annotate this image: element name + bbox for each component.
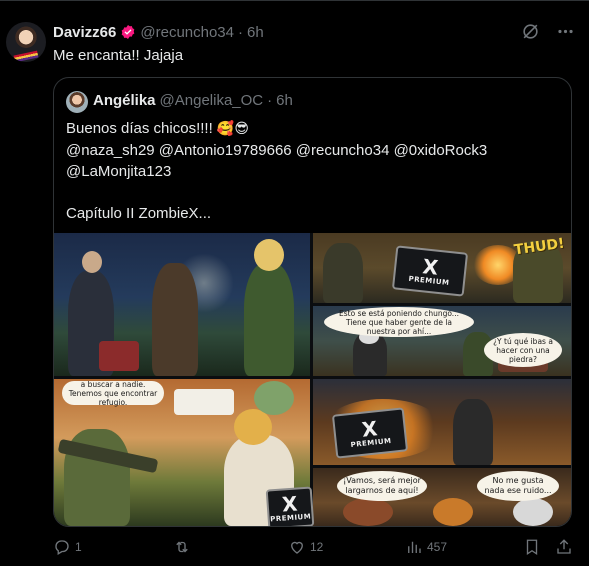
verified-badge-icon — [122, 25, 135, 39]
premium-x-logo: X — [281, 491, 299, 517]
emoji-smiling-face-with-hearts-sunglasses: 🥰😎 — [216, 121, 249, 137]
quoted-text-mentions: @naza_sh29 @Antonio19789666 @recuncho34 … — [66, 142, 488, 222]
post-header: Davizz66 @recuncho34 · 6h — [53, 22, 264, 42]
repost-button[interactable] — [173, 538, 195, 556]
more-options-icon[interactable] — [556, 22, 575, 41]
author-name[interactable]: Davizz66 — [53, 24, 116, 41]
premium-crate-3: X PREMIUM — [265, 486, 315, 526]
views-chart-icon — [408, 541, 421, 553]
premium-label: PREMIUM — [269, 512, 312, 524]
like-button[interactable]: 12 — [288, 538, 323, 556]
comic-panel-1 — [54, 233, 310, 376]
speech-bubble-3: ¿Y tú qué ibas a hacer con una piedra? — [484, 333, 562, 367]
speech-bubble-5: No me gusta nada ese ruido... — [477, 471, 559, 501]
speech-bubble-1: a buscar a nadie. Tenemos que encontrar … — [62, 380, 164, 407]
share-button[interactable] — [555, 538, 573, 556]
view-count: 457 — [427, 540, 448, 554]
figure-redhead — [343, 498, 393, 526]
grok-icon[interactable] — [521, 22, 540, 41]
premium-crate-2: X PREMIUM — [331, 407, 409, 459]
figure-blonde-woman-hair — [234, 409, 272, 445]
premium-label: PREMIUM — [408, 274, 450, 288]
rv-vehicle — [174, 389, 234, 415]
repost-icon — [176, 541, 188, 553]
author-handle[interactable]: @recuncho34 — [140, 24, 234, 41]
avatar-flag-icon — [13, 50, 39, 62]
post-time[interactable]: 6h — [247, 24, 264, 41]
speech-bubble-4: ¡Vamos, será mejor largarnos de aquí! — [337, 471, 427, 501]
share-icon — [557, 539, 571, 554]
author-avatar[interactable] — [6, 22, 46, 62]
heart-icon — [291, 541, 303, 554]
premium-label: PREMIUM — [350, 436, 392, 450]
like-count: 12 — [310, 540, 324, 554]
figure-woman-head — [433, 498, 473, 526]
quoted-author-avatar[interactable] — [66, 91, 88, 113]
reply-button[interactable]: 1 — [53, 538, 82, 556]
figure-crouching-1 — [323, 243, 363, 303]
zombie-head — [254, 381, 294, 415]
quoted-author-handle[interactable]: @Angelika_OC — [160, 92, 264, 109]
figure-woman-1 — [152, 263, 198, 376]
post-action-bar: 1 12 457 — [53, 538, 576, 558]
premium-x-logo: X — [421, 254, 440, 280]
figure-old-man-head — [513, 498, 553, 526]
figure-running — [453, 399, 493, 465]
figure-woman-2-hair — [254, 239, 284, 271]
figure-woman-2 — [244, 263, 294, 376]
figure-man-head — [82, 251, 102, 273]
supply-cart — [99, 341, 139, 371]
quoted-post-text: Buenos días chicos!!!! 🥰😎 @naza_sh29 @An… — [66, 118, 558, 224]
premium-crate-1: X PREMIUM — [391, 245, 469, 297]
post-header-actions — [521, 22, 575, 41]
quoted-author-name[interactable]: Angélika — [93, 92, 156, 109]
quoted-text-line1: Buenos días chicos!!!! — [66, 120, 217, 137]
views-button[interactable]: 457 — [405, 538, 447, 556]
comic-image[interactable]: THUD! X PREMIUM X PREMIUM X PREMIUM a bu… — [54, 233, 571, 526]
quoted-post-header: Angélika @Angelika_OC · 6h — [93, 92, 293, 109]
reply-icon — [55, 540, 69, 555]
reply-count: 1 — [75, 540, 82, 554]
header-separator: · — [238, 23, 243, 41]
quoted-header-separator: · — [267, 92, 273, 109]
quoted-post[interactable]: Angélika @Angelika_OC · 6h Buenos días c… — [53, 77, 572, 527]
bookmark-button[interactable] — [523, 538, 541, 556]
quoted-post-time[interactable]: 6h — [276, 92, 293, 109]
speech-bubble-2: Esto se está poniendo chungo... Tiene qu… — [324, 307, 474, 337]
premium-x-logo: X — [360, 416, 379, 442]
post-text: Me encanta!! Jajaja — [53, 47, 184, 64]
bookmark-icon — [526, 539, 538, 556]
top-divider — [0, 0, 589, 1]
